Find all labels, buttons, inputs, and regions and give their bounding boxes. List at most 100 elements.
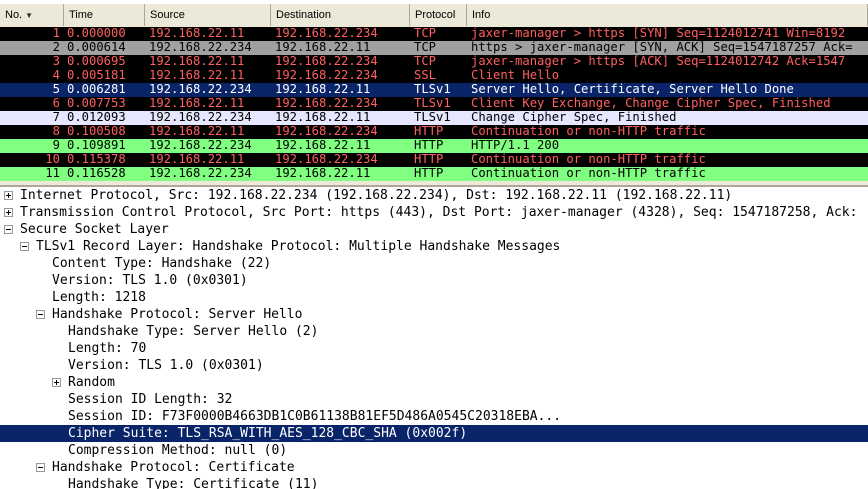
column-header-destination[interactable]: Destination [271, 4, 410, 26]
tree-row[interactable]: Version: TLS 1.0 (0x0301) [0, 272, 868, 289]
tree-row[interactable]: Random [0, 374, 868, 391]
tree-row-label: Compression Method: null (0) [68, 443, 288, 458]
packet-cell-time: 0.115378 [67, 152, 126, 166]
packet-cell-no: 4 [52, 68, 60, 82]
packet-cell-destination: 192.168.22.11 [275, 82, 371, 96]
packet-row[interactable]: 6 0.007753 192.168.22.11 192.168.22.234 TLSv… [0, 96, 868, 111]
tree-row-label: Session ID Length: 32 [68, 392, 233, 407]
tree-row[interactable]: Compression Method: null (0) [0, 442, 868, 459]
tree-row-label: Internet Protocol, Src: 192.168.22.234 (… [20, 188, 733, 203]
packet-cell-time: 0.109891 [67, 138, 126, 152]
tree-row[interactable]: Transmission Control Protocol, Src Port:… [0, 204, 868, 221]
packet-row[interactable]: 5 0.006281 192.168.22.234 192.168.22.11 TLSv… [0, 82, 868, 97]
collapse-icon[interactable] [4, 225, 13, 234]
packet-cell-protocol: TLSv1 [414, 96, 451, 110]
packet-row[interactable]: 11 0.116528 192.168.22.234 192.168.22.11 HTT… [0, 166, 868, 181]
tree-row-label: TLSv1 Record Layer: Handshake Protocol: … [36, 239, 561, 254]
packet-cell-destination: 192.168.22.234 [275, 54, 378, 68]
tree-row[interactable]: TLSv1 Record Layer: Handshake Protocol: … [0, 238, 868, 255]
column-header-source[interactable]: Source [145, 4, 271, 26]
packet-cell-no: 5 [52, 82, 60, 96]
packet-row[interactable]: 2 0.000614 192.168.22.234 192.168.22.11 TCP h… [0, 40, 868, 55]
expand-icon[interactable] [4, 191, 13, 200]
tree-row[interactable]: Handshake Protocol: Certificate [0, 459, 868, 476]
packet-details-tree[interactable]: Internet Protocol, Src: 192.168.22.234 (… [0, 187, 868, 489]
column-header-time[interactable]: Time [64, 4, 145, 26]
packet-cell-protocol: HTTP [414, 138, 444, 152]
packet-cell-info: Change Cipher Spec, Finished [471, 110, 677, 124]
tree-row[interactable]: Session ID Length: 32 [0, 391, 868, 408]
tree-row-label: Session ID: F73F0000B4663DB1C0B61138B81E… [68, 409, 562, 424]
packet-row[interactable]: 10 0.115378 192.168.22.11 192.168.22.234 HTT… [0, 152, 868, 167]
packet-cell-protocol: TLSv1 [414, 110, 451, 124]
packet-cell-source: 192.168.22.234 [149, 138, 252, 152]
tree-row[interactable]: Cipher Suite: TLS_RSA_WITH_AES_128_CBC_S… [0, 425, 868, 442]
packet-cell-time: 0.012093 [67, 110, 126, 124]
packet-cell-info: jaxer-manager > https [SYN] Seq=11240127… [471, 27, 846, 40]
collapse-icon[interactable] [20, 242, 29, 251]
packet-list[interactable]: 1 0.000000 192.168.22.11 192.168.22.234 TCP j… [0, 27, 868, 181]
collapse-icon[interactable] [36, 463, 45, 472]
expand-icon[interactable] [52, 378, 61, 387]
packet-cell-time: 0.000695 [67, 54, 126, 68]
tree-row[interactable]: Version: TLS 1.0 (0x0301) [0, 357, 868, 374]
packet-cell-destination: 192.168.22.234 [275, 124, 378, 138]
packet-cell-no: 11 [45, 166, 60, 180]
column-header-label: Source [150, 9, 185, 21]
packet-cell-time: 0.100508 [67, 124, 126, 138]
packet-row[interactable]: 1 0.000000 192.168.22.11 192.168.22.234 TCP j… [0, 27, 868, 41]
tree-row[interactable]: Length: 1218 [0, 289, 868, 306]
packet-cell-time: 0.005181 [67, 68, 126, 82]
tree-row-label: Handshake Protocol: Server Hello [52, 307, 303, 322]
packet-row[interactable]: 7 0.012093 192.168.22.234 192.168.22.11 TLSv… [0, 110, 868, 125]
packet-cell-source: 192.168.22.11 [149, 54, 245, 68]
packet-list-header: No. ▼ Time Source Destination Protocol Info [0, 4, 868, 28]
tree-row[interactable]: Handshake Type: Server Hello (2) [0, 323, 868, 340]
packet-cell-protocol: TCP [414, 54, 437, 68]
column-header-info[interactable]: Info [467, 4, 868, 26]
packet-cell-info: Server Hello, Certificate, Server Hello … [471, 82, 794, 96]
packet-row[interactable]: 9 0.109891 192.168.22.234 192.168.22.11 HTTP… [0, 138, 868, 153]
packet-cell-destination: 192.168.22.11 [275, 110, 371, 124]
packet-cell-destination: 192.168.22.11 [275, 166, 371, 180]
packet-cell-info: Continuation or non-HTTP traffic [471, 152, 706, 166]
column-header-label: No. [5, 9, 23, 21]
packet-cell-destination: 192.168.22.234 [275, 68, 378, 82]
packet-cell-no: 7 [52, 110, 60, 124]
column-header-protocol[interactable]: Protocol [410, 4, 467, 26]
packet-cell-destination: 192.168.22.234 [275, 152, 378, 166]
expand-icon[interactable] [4, 208, 13, 217]
packet-row[interactable]: 8 0.100508 192.168.22.11 192.168.22.234 HTTP… [0, 124, 868, 139]
packet-cell-no: 2 [52, 40, 60, 54]
packet-cell-source: 192.168.22.11 [149, 152, 245, 166]
packet-cell-protocol: TCP [414, 27, 437, 40]
tree-row[interactable]: Session ID: F73F0000B4663DB1C0B61138B81E… [0, 408, 868, 425]
packet-cell-protocol: HTTP [414, 124, 444, 138]
packet-cell-time: 0.116528 [67, 166, 126, 180]
collapse-icon[interactable] [36, 310, 45, 319]
tree-row[interactable]: Secure Socket Layer [0, 221, 868, 238]
packet-cell-source: 192.168.22.234 [149, 166, 252, 180]
tree-row[interactable]: Internet Protocol, Src: 192.168.22.234 (… [0, 187, 868, 204]
packet-cell-info: Continuation or non-HTTP traffic [471, 124, 706, 138]
tree-row-label: Content Type: Handshake (22) [52, 256, 272, 271]
packet-cell-source: 192.168.22.234 [149, 82, 252, 96]
packet-cell-info: Continuation or non-HTTP traffic [471, 166, 706, 180]
packet-cell-source: 192.168.22.11 [149, 27, 245, 40]
packet-row[interactable]: 3 0.000695 192.168.22.11 192.168.22.234 TCP j… [0, 54, 868, 69]
packet-cell-destination: 192.168.22.234 [275, 96, 378, 110]
tree-row[interactable]: Handshake Protocol: Server Hello [0, 306, 868, 323]
packet-cell-protocol: SSL [414, 68, 437, 82]
packet-row[interactable]: 4 0.005181 192.168.22.11 192.168.22.234 SSL C… [0, 68, 868, 83]
tree-row[interactable]: Handshake Type: Certificate (11) [0, 476, 868, 489]
tree-row[interactable]: Content Type: Handshake (22) [0, 255, 868, 272]
packet-cell-time: 0.006281 [67, 82, 126, 96]
tree-row[interactable]: Length: 70 [0, 340, 868, 357]
packet-cell-info: Client Hello [471, 68, 560, 82]
tree-row-label: Handshake Type: Server Hello (2) [68, 324, 319, 339]
wireshark-window: No. ▼ Time Source Destination Protocol Info 10… [0, 0, 868, 489]
tree-row-label: Random [68, 375, 115, 390]
column-header-no[interactable]: No. ▼ [0, 4, 64, 26]
packet-cell-source: 192.168.22.11 [149, 96, 245, 110]
tree-row-label: Length: 70 [68, 341, 147, 356]
